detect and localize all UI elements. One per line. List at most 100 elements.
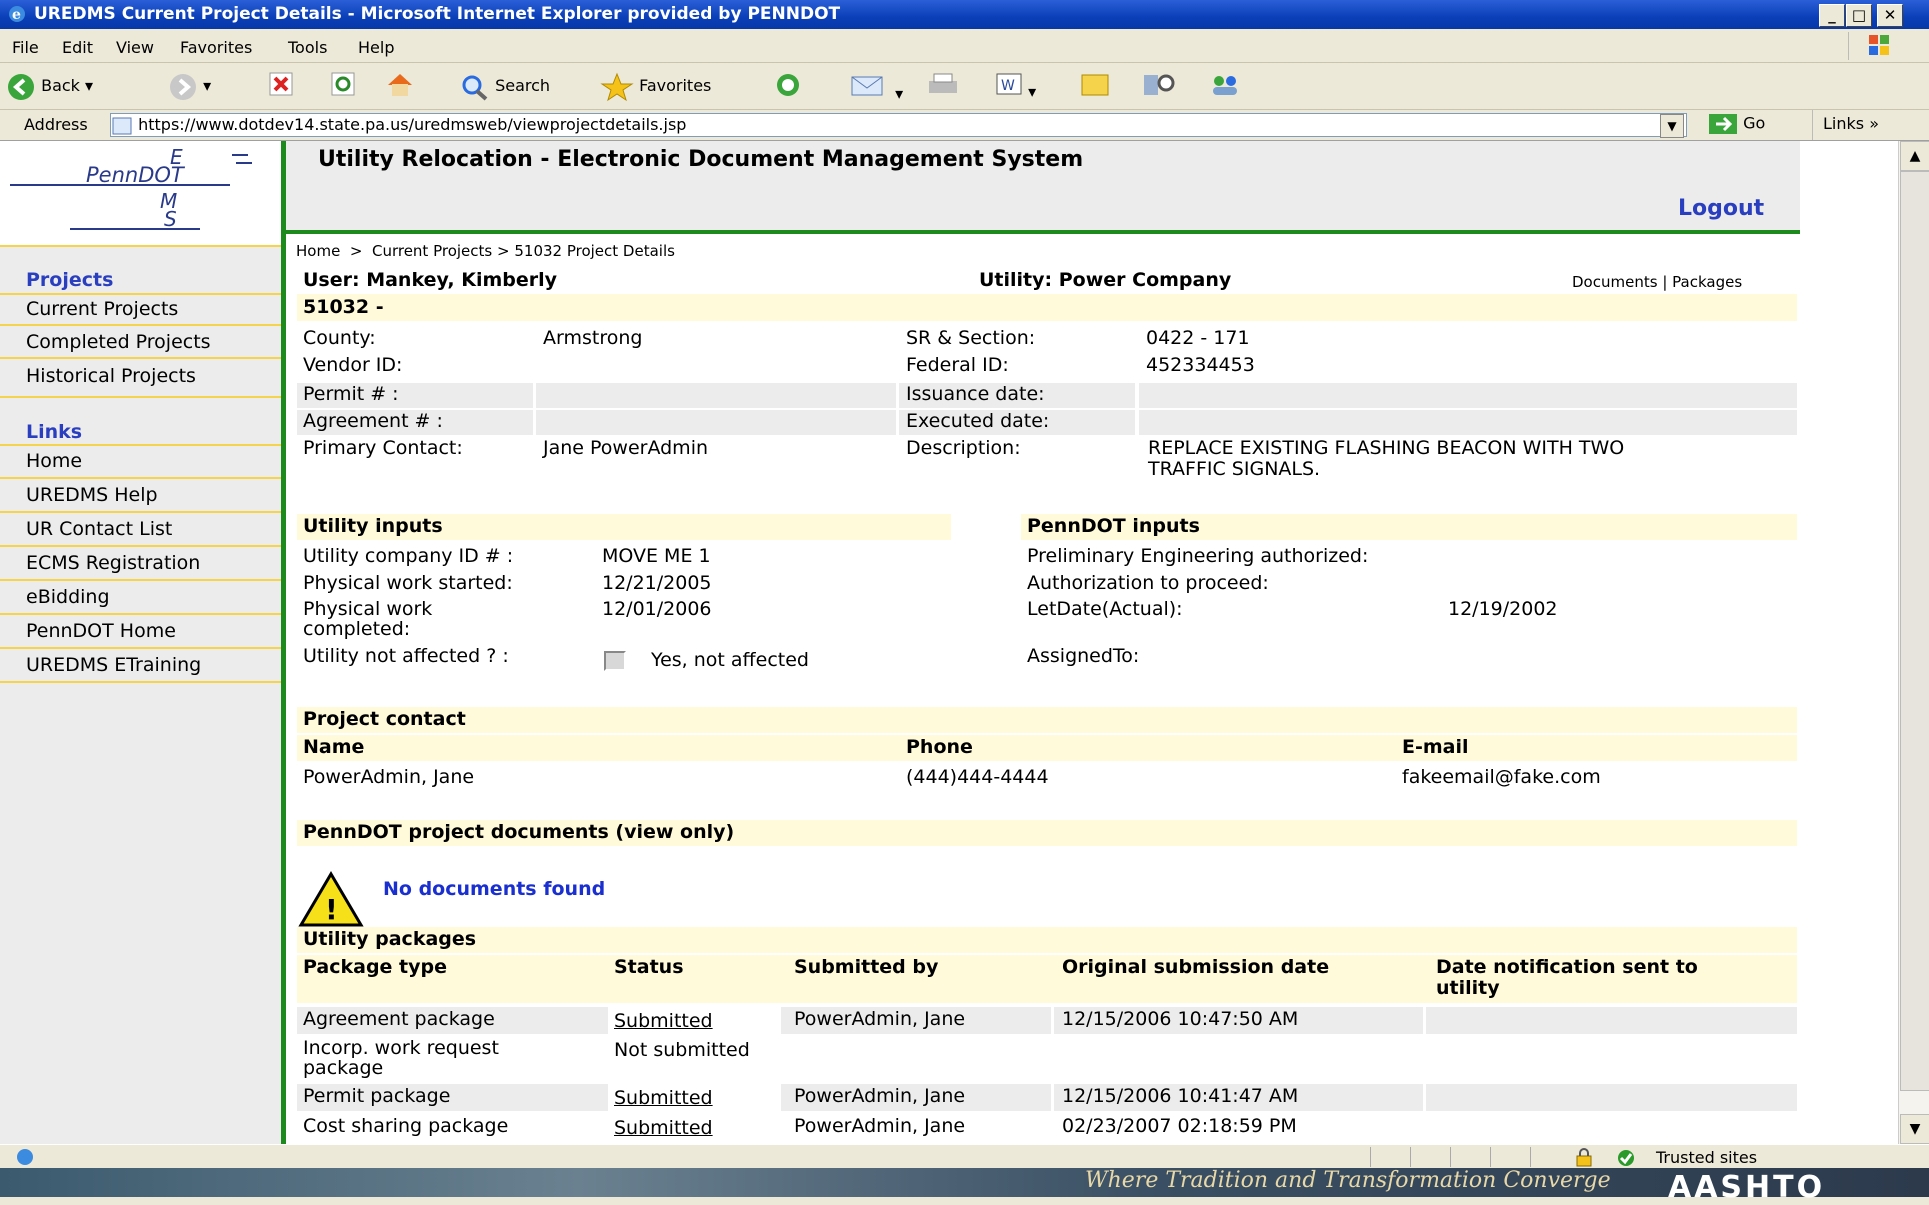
breadcrumb-page: 51032 Project Details [514, 242, 675, 260]
user-name: User: Mankey, Kimberly [303, 269, 558, 291]
back-button[interactable]: Back ▾ [6, 71, 93, 101]
package-row-4-type: Cost sharing package [303, 1115, 509, 1137]
sidebar-item-home[interactable]: Home [26, 450, 281, 472]
package-row-2-status: Not submitted [614, 1039, 750, 1061]
toolbar: Back ▾ ▾ Search Favorites ▾ W ▾ [0, 63, 1929, 110]
package-row-3-date: 12/15/2006 10:41:47 AM [1062, 1085, 1299, 1107]
physical-work-started-value: 12/21/2005 [602, 572, 712, 594]
sr-section-value: 0422 - 171 [1146, 327, 1250, 349]
mail-button[interactable]: ▾ [850, 71, 903, 103]
window-title-bar: e UREDMS Current Project Details - Micro… [0, 0, 1929, 29]
contact-name: PowerAdmin, Jane [303, 766, 475, 788]
contact-col-phone: Phone [906, 736, 973, 758]
scroll-down-button[interactable]: ▼ [1900, 1114, 1929, 1144]
vertical-scrollbar[interactable]: ▲ ▼ [1898, 141, 1929, 1144]
assigned-to-label: AssignedTo: [1027, 645, 1140, 667]
research-icon [1144, 74, 1175, 95]
maximize-button[interactable]: □ [1846, 4, 1872, 27]
stop-icon [269, 72, 293, 96]
trusted-sites-icon [1618, 1150, 1634, 1166]
search-icon [462, 75, 488, 100]
svg-text:e: e [12, 7, 21, 23]
close-button[interactable]: ✕ [1877, 4, 1903, 27]
menu-help[interactable]: Help [358, 38, 394, 57]
menu-bar: File Edit View Favorites Tools Help [0, 30, 1929, 63]
primary-contact-label: Primary Contact: [303, 437, 463, 459]
packages-link[interactable]: Packages [1672, 273, 1742, 291]
logout-link[interactable]: Logout [1678, 196, 1764, 221]
package-row-3-status-link[interactable]: Submitted [614, 1087, 713, 1109]
contact-email: fakeemail@fake.com [1402, 766, 1601, 788]
page-status-icon [17, 1149, 33, 1165]
federal-id-value: 452334453 [1146, 354, 1255, 376]
no-documents-message: No documents found [383, 878, 606, 900]
go-arrow-icon [1709, 114, 1737, 134]
vendor-id-label: Vendor ID: [303, 354, 403, 376]
sidebar-item-ebidding[interactable]: eBidding [26, 586, 281, 608]
minimize-button[interactable]: _ [1819, 4, 1845, 27]
menu-tools[interactable]: Tools [288, 38, 327, 57]
home-button[interactable] [385, 71, 415, 101]
discuss-button[interactable] [1078, 71, 1114, 101]
edit-button[interactable]: W ▾ [995, 71, 1036, 101]
sidebar-item-historical-projects[interactable]: Historical Projects [26, 365, 281, 387]
favorites-button[interactable]: Favorites [600, 71, 711, 101]
sidebar-item-ur-contact-list[interactable]: UR Contact List [26, 518, 281, 540]
logo-penndot: PennDOT [86, 163, 184, 187]
stop-button[interactable] [268, 71, 294, 101]
refresh-button[interactable] [330, 71, 356, 101]
sidebar-item-ecms-registration[interactable]: ECMS Registration [26, 552, 281, 574]
search-button[interactable]: Search [460, 71, 550, 101]
package-row-1-submitted-by: PowerAdmin, Jane [794, 1008, 966, 1030]
sidebar-item-uredms-etraining[interactable]: UREDMS ETraining [26, 654, 281, 676]
messenger-button[interactable] [1205, 71, 1245, 101]
go-button[interactable]: Go [1708, 113, 1765, 135]
documents-link[interactable]: Documents [1572, 273, 1658, 291]
utility-company-id-label: Utility company ID # : [303, 545, 514, 567]
docs-packages-links: Documents | Packages [1572, 273, 1742, 291]
project-contact-heading: Project contact [303, 708, 466, 730]
address-dropdown-button[interactable]: ▼ [1660, 114, 1684, 138]
physical-work-started-label: Physical work started: [303, 572, 513, 594]
package-row-1-status-link[interactable]: Submitted [614, 1010, 713, 1032]
sidebar-item-completed-projects[interactable]: Completed Projects [26, 331, 281, 353]
utility-company-id-value: MOVE ME 1 [602, 545, 711, 567]
research-button[interactable] [1140, 71, 1178, 101]
documents-heading: PennDOT project documents (view only) [303, 821, 735, 843]
packages-heading: Utility packages [303, 928, 477, 950]
windows-logo-icon [1848, 32, 1909, 60]
messenger-icon [1213, 76, 1237, 95]
package-row-4-status-link[interactable]: Submitted [614, 1117, 713, 1139]
print-button[interactable] [925, 71, 961, 101]
scroll-up-button[interactable]: ▲ [1900, 141, 1929, 171]
address-input[interactable]: https://www.dotdev14.state.pa.us/uredmsw… [110, 113, 1687, 137]
page-icon [112, 117, 132, 134]
breadcrumb-current-projects[interactable]: Current Projects [372, 242, 492, 260]
not-affected-checkbox[interactable] [604, 651, 626, 671]
menu-view[interactable]: View [116, 38, 154, 57]
forward-button[interactable]: ▾ [168, 71, 211, 101]
contact-col-email: E-mail [1402, 736, 1469, 758]
menu-file[interactable]: File [12, 38, 39, 57]
sidebar-item-penndot-home[interactable]: PennDOT Home [26, 620, 281, 642]
svg-text:!: ! [325, 893, 338, 926]
breadcrumb-home[interactable]: Home [296, 242, 340, 260]
address-url: https://www.dotdev14.state.pa.us/uredmsw… [138, 115, 687, 134]
menu-favorites[interactable]: Favorites [180, 38, 252, 57]
packages-col-submitted-by: Submitted by [794, 956, 939, 978]
window-title: UREDMS Current Project Details - Microso… [34, 4, 841, 24]
history-button[interactable] [770, 71, 806, 101]
system-title: Utility Relocation - Electronic Document… [318, 147, 1084, 172]
package-row-4-date: 02/23/2007 02:18:59 PM [1062, 1115, 1297, 1137]
sidebar-item-uredms-help[interactable]: UREDMS Help [26, 484, 281, 506]
utility-name: Utility: Power Company [979, 269, 1232, 291]
sidebar-item-current-projects[interactable]: Current Projects [26, 298, 281, 320]
links-toolbar[interactable]: Links » [1812, 110, 1879, 140]
package-row-2-type-2: package [303, 1057, 384, 1079]
word-icon: W [996, 73, 1022, 95]
back-label: Back [41, 76, 80, 95]
menu-edit[interactable]: Edit [62, 38, 93, 57]
contact-col-name: Name [303, 736, 365, 758]
federal-id-label: Federal ID: [906, 354, 1009, 376]
scroll-thumb[interactable] [1900, 171, 1929, 1091]
